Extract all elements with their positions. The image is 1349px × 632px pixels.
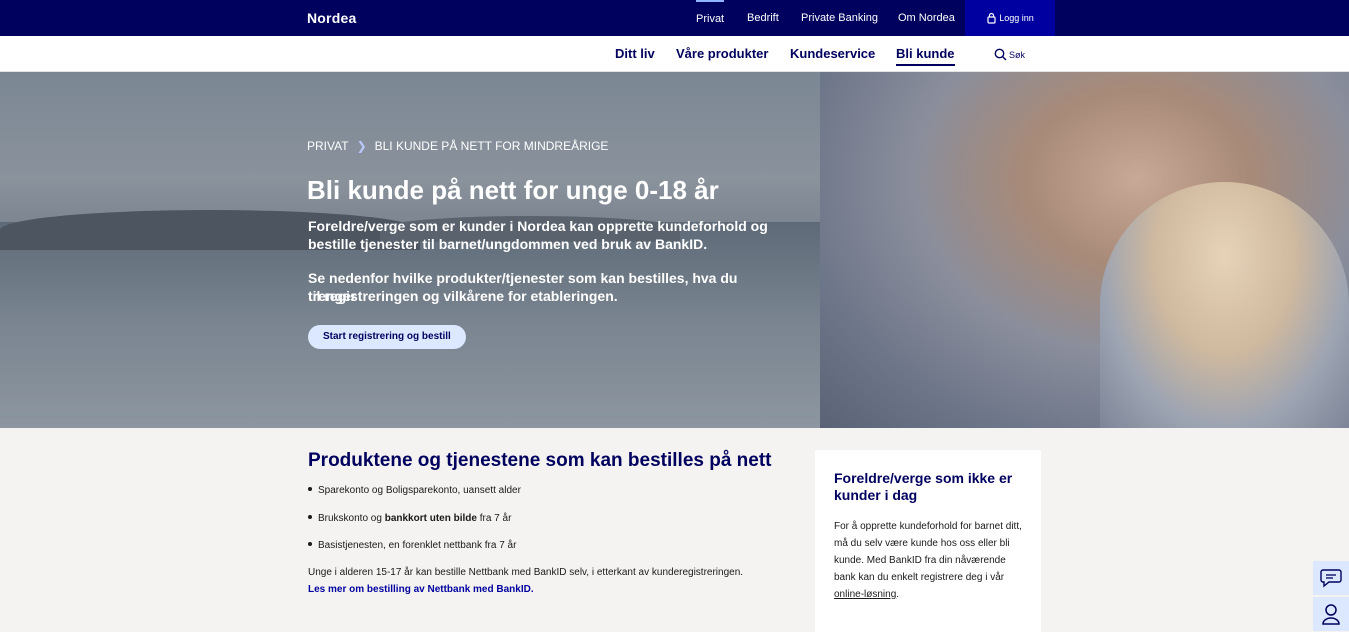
list-item: Basistjenesten, en forenklet nettbank fr… (308, 540, 516, 551)
chevron-right-icon: ❯ (356, 139, 367, 153)
hero-paragraph-line: Foreldre/verge som er kunder i Nordea ka… (308, 218, 768, 234)
list-item: Sparekonto og Boligsparekonto, uansett a… (308, 485, 521, 496)
list-item-text: Brukskonto og (318, 513, 385, 524)
top-nav-privat[interactable]: Privat (696, 0, 725, 36)
login-label: Logg inn (999, 13, 1034, 23)
sub-nav-bli-kunde[interactable]: Bli kunde (896, 46, 955, 66)
nordea-logo[interactable]: Nordea (307, 10, 356, 26)
list-item-bold: bankkort uten bilde (384, 513, 477, 524)
card-title: Foreldre/verge som ikke er kunder i dag (834, 470, 1013, 503)
bullet-icon (308, 515, 312, 519)
top-bar: Nordea Privat Bedrift Private Banking Om… (0, 0, 1349, 36)
hero-photo-child (1100, 182, 1349, 428)
sub-nav-vare-produkter[interactable]: Våre produkter (676, 46, 768, 61)
breadcrumb: PRIVAT ❯ BLI KUNDE PÅ NETT FOR MINDREÅRIGE (307, 139, 608, 153)
card-text-end: . (896, 589, 900, 600)
secondary-nav: Ditt liv Våre produkter Kundeservice Bli… (0, 36, 1349, 72)
bullet-icon (308, 542, 312, 546)
chat-button[interactable] (1313, 561, 1349, 595)
list-item-text: fra 7 år (476, 513, 512, 524)
products-heading: Produktene og tjenestene som kan bestill… (308, 450, 772, 471)
start-registration-button[interactable]: Start registrering og bestill (308, 325, 466, 349)
non-customer-card: Foreldre/verge som ikke er kunder i dag … (815, 450, 1041, 632)
search-label: Søk (1009, 50, 1026, 60)
top-nav-bedrift[interactable]: Bedrift (747, 0, 779, 36)
list-item-text: Sparekonto og Boligsparekonto, uansett a… (318, 485, 521, 496)
contact-button[interactable] (1313, 597, 1349, 631)
online-solution-link[interactable]: online-løsning (834, 589, 896, 600)
nettbank-note: Unge i alderen 15-17 år kan bestille Net… (308, 567, 744, 578)
sub-nav-kundeservice[interactable]: Kundeservice (790, 46, 875, 61)
page-title: Bli kunde på nett for unge 0-18 år (307, 175, 719, 205)
hero-paragraph-line: til registreringen og vilkårene for etab… (308, 288, 618, 304)
search-icon (994, 48, 1007, 61)
top-nav-om-nordea[interactable]: Om Nordea (898, 0, 955, 36)
breadcrumb-privat[interactable]: PRIVAT (307, 139, 349, 153)
card-text-body: For å opprette kundeforhold for barnet d… (834, 521, 1022, 583)
search-button[interactable]: Søk (994, 48, 1025, 61)
sub-nav-ditt-liv[interactable]: Ditt liv (615, 46, 655, 61)
list-item-text: Basistjenesten, en forenklet nettbank fr… (318, 540, 517, 551)
bullet-icon (308, 487, 312, 491)
chat-icon (1320, 569, 1342, 588)
list-item: Brukskonto og bankkort uten bilde fra 7 … (308, 513, 511, 524)
nettbank-read-more-link[interactable]: Les mer om bestilling av Nettbank med Ba… (308, 584, 534, 595)
hero-banner: PRIVAT ❯ BLI KUNDE PÅ NETT FOR MINDREÅRIGE… (0, 72, 1349, 428)
breadcrumb-current: BLI KUNDE PÅ NETT FOR MINDREÅRIGE (374, 139, 609, 153)
card-text: For å opprette kundeforhold for barnet d… (834, 518, 1026, 603)
lock-icon (987, 12, 996, 24)
login-button[interactable]: Logg inn (965, 0, 1055, 36)
person-icon (1322, 604, 1340, 625)
top-nav-private-banking[interactable]: Private Banking (801, 0, 878, 36)
hero-paragraph-line: bestille tjenester til barnet/ungdommen … (308, 236, 708, 252)
